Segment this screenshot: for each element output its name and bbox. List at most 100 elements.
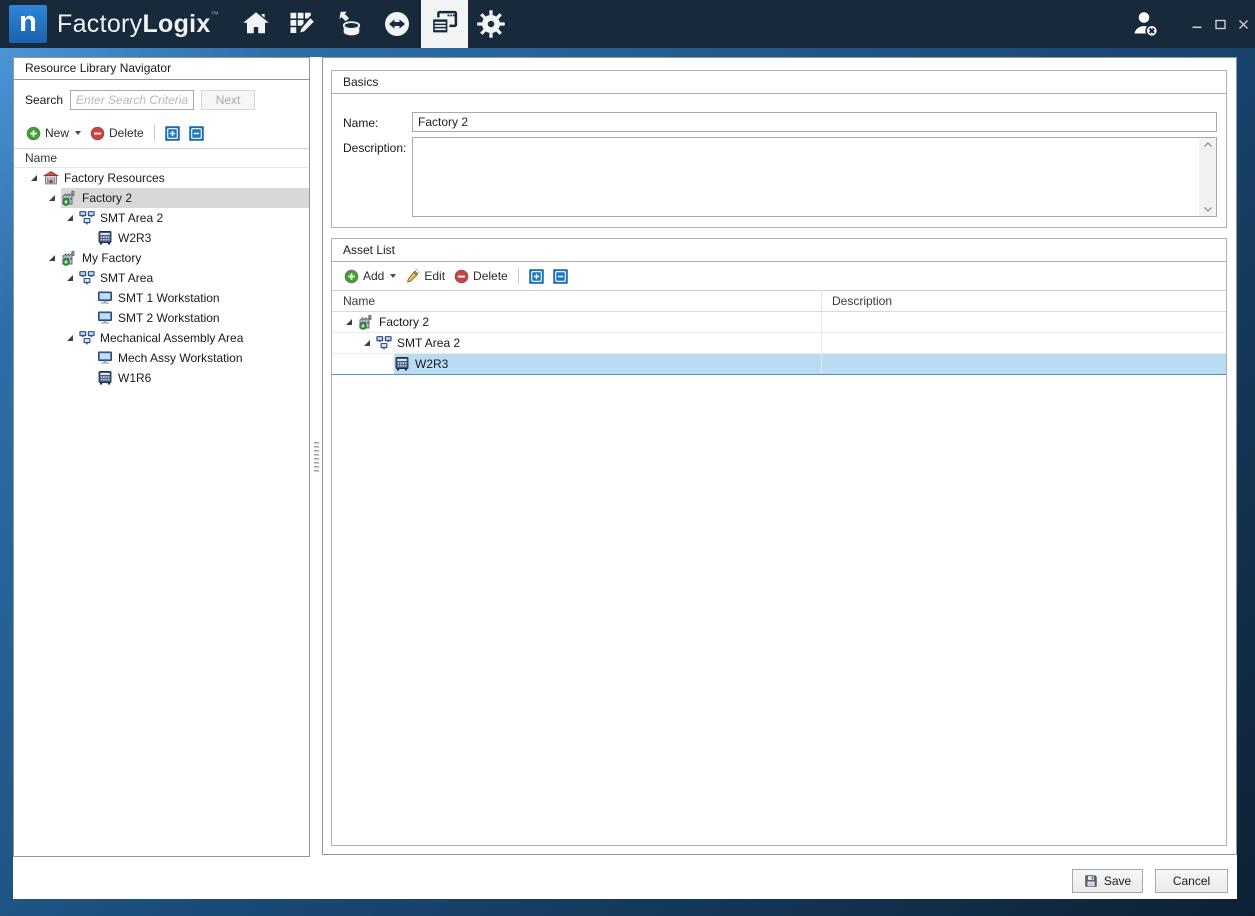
tree-item-content: Factory Resources (43, 168, 309, 188)
delete-button[interactable]: Delete (451, 267, 511, 286)
expander-placeholder (85, 348, 97, 368)
expander-icon[interactable] (67, 208, 79, 228)
asset-cell-description (822, 312, 1226, 332)
asset-toolbar: Add Edit Delete (332, 262, 1226, 291)
expander-icon[interactable] (364, 333, 376, 353)
brand-light: Factory (57, 10, 142, 38)
tree-item-mech-assy-workstation[interactable]: Mech Assy Workstation (14, 348, 309, 368)
window-controls (1130, 0, 1255, 48)
delete-button-label: Delete (109, 126, 144, 140)
tree-item-factory-2[interactable]: Factory 2 (14, 188, 309, 208)
scroll-down-icon[interactable] (1203, 206, 1213, 213)
machine-icon (394, 356, 410, 372)
expand-all-icon (529, 269, 544, 284)
brand-trademark: ™ (211, 10, 219, 19)
tree-item-label: SMT Area 2 (100, 211, 163, 225)
tree-item-smt-2-workstation[interactable]: SMT 2 Workstation (14, 308, 309, 328)
tree-item-w1r6[interactable]: W1R6 (14, 368, 309, 388)
brand-name: FactoryLogix™ (57, 10, 219, 39)
expander-placeholder (382, 354, 394, 374)
expander-icon[interactable] (31, 168, 43, 188)
description-field[interactable] (413, 138, 1216, 216)
edit-button[interactable]: Edit (402, 267, 448, 286)
nav-production[interactable] (280, 0, 327, 48)
expander-icon[interactable] (67, 328, 79, 348)
tree-item-label: W2R3 (118, 231, 151, 245)
tree-item-content: Mech Assy Workstation (97, 348, 309, 368)
next-button[interactable]: Next (201, 90, 255, 110)
asset-cell-name: Factory 2 (332, 312, 822, 332)
tree-item-content: SMT Area 2 (79, 208, 309, 228)
asset-list-title: Asset List (332, 239, 1226, 262)
area-icon (79, 270, 95, 286)
expander-icon[interactable] (49, 188, 61, 208)
add-circle-icon (26, 126, 41, 141)
user-status-icon[interactable] (1130, 8, 1162, 40)
tree-item-label: My Factory (82, 251, 141, 265)
production-grid-icon (288, 9, 318, 39)
search-row: Search Next (14, 80, 309, 118)
machine-icon (97, 230, 113, 246)
nav-home[interactable] (233, 0, 280, 48)
settings-gear-icon (476, 9, 506, 39)
nav-settings[interactable] (468, 0, 515, 48)
maximize-button[interactable] (1209, 0, 1232, 48)
expand-all-button[interactable] (162, 124, 183, 143)
add-button[interactable]: Add (341, 267, 399, 286)
nav-resource-library[interactable] (421, 0, 468, 48)
splitter-grip-icon (314, 442, 319, 472)
factory-icon (61, 250, 77, 266)
expander-icon[interactable] (67, 268, 79, 288)
expander-icon[interactable] (346, 312, 358, 332)
asset-row-content: Factory 2 (358, 312, 821, 332)
detail-panel: Basics Name: Description: Asset List Add (322, 57, 1237, 855)
search-input[interactable] (70, 90, 194, 110)
asset-row-w2r3[interactable]: W2R3 (332, 354, 1226, 375)
tree-item-w2r3[interactable]: W2R3 (14, 228, 309, 248)
tree-item-content: Factory 2 (61, 188, 309, 208)
tree-item-my-factory[interactable]: My Factory (14, 248, 309, 268)
tree-item-smt-1-workstation[interactable]: SMT 1 Workstation (14, 288, 309, 308)
new-button[interactable]: New (23, 124, 84, 143)
expander-icon[interactable] (49, 248, 61, 268)
asset-row-factory-2[interactable]: Factory 2 (332, 312, 1226, 333)
column-header-name[interactable]: Name (332, 291, 822, 311)
tree-item-smt-area[interactable]: SMT Area (14, 268, 309, 288)
name-field[interactable] (412, 112, 1217, 132)
asset-cell-description (822, 333, 1226, 353)
panel-splitter[interactable] (310, 57, 322, 857)
nav-data-import[interactable] (327, 0, 374, 48)
delete-circle-icon (90, 126, 105, 141)
cancel-button[interactable]: Cancel (1155, 869, 1228, 893)
nav-transfer[interactable] (374, 0, 421, 48)
save-button[interactable]: Save (1072, 869, 1143, 893)
scroll-up-icon[interactable] (1203, 141, 1213, 148)
client-area: Resource Library Navigator Search Next N… (13, 57, 1237, 899)
new-button-label: New (45, 126, 69, 140)
tree-item-smt-area-2[interactable]: SMT Area 2 (14, 208, 309, 228)
asset-table-header: Name Description (332, 291, 1226, 312)
collapse-all-icon (189, 126, 204, 141)
dropdown-caret-icon (75, 131, 81, 135)
asset-row-smt-area-2[interactable]: SMT Area 2 (332, 333, 1226, 354)
tree-item-label: W1R6 (118, 371, 151, 385)
collapse-all-button[interactable] (186, 124, 207, 143)
expander-placeholder (85, 288, 97, 308)
logo-n-glyph: n (19, 8, 37, 37)
expand-all-button[interactable] (526, 267, 547, 286)
tree-item-factory-resources[interactable]: Factory Resources (14, 168, 309, 188)
column-header-description[interactable]: Description (822, 291, 1226, 311)
tree-item-mechanical-assembly-area[interactable]: Mechanical Assembly Area (14, 328, 309, 348)
database-import-icon (335, 9, 365, 39)
area-icon (79, 210, 95, 226)
tree-item-content: SMT Area (79, 268, 309, 288)
close-button[interactable] (1232, 0, 1255, 48)
expander-placeholder (85, 368, 97, 388)
minimize-button[interactable] (1186, 0, 1209, 48)
pencil-icon (405, 269, 420, 284)
description-scrollbar[interactable] (1199, 138, 1216, 216)
delete-button[interactable]: Delete (87, 124, 147, 143)
collapse-all-button[interactable] (550, 267, 571, 286)
tree-item-label: SMT 1 Workstation (118, 291, 220, 305)
asset-table-body: Factory 2SMT Area 2W2R3 (332, 312, 1226, 375)
